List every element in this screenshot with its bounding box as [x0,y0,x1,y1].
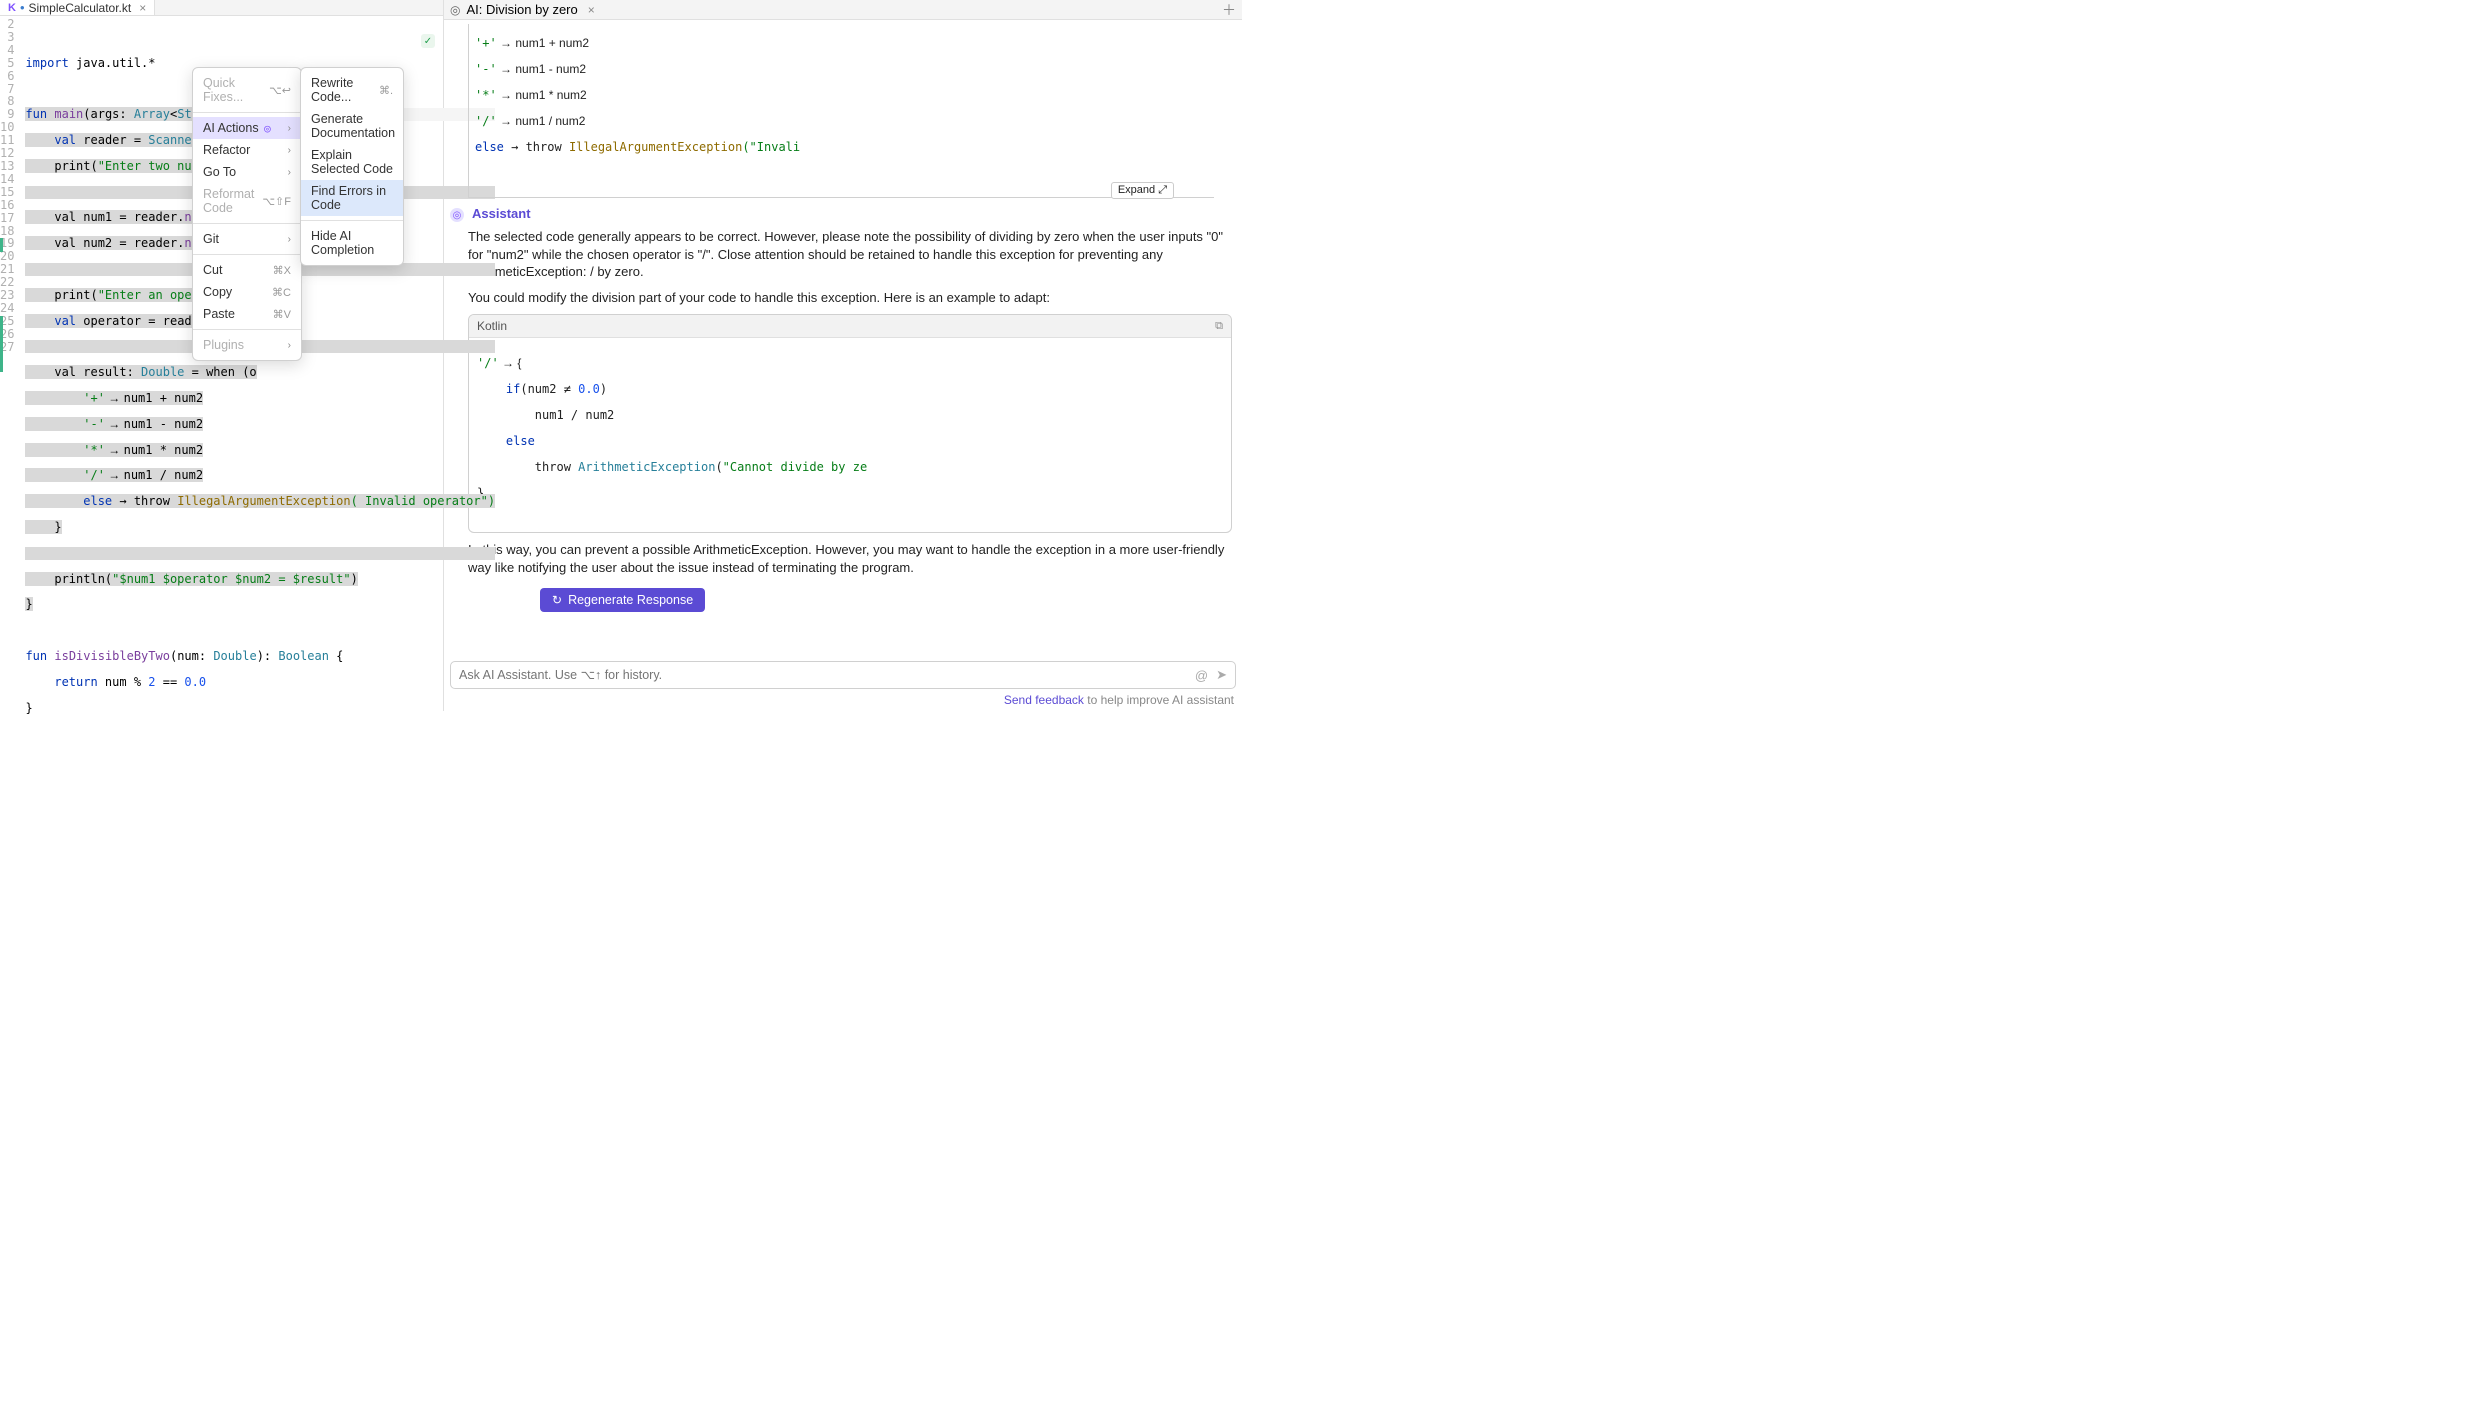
ai-actions-submenu: Rewrite Code...⌘. Generate Documentation… [300,67,404,266]
ai-icon: ◎ [450,3,460,17]
close-icon[interactable]: × [588,3,595,17]
ai-tab[interactable]: ◎ AI: Division by zero × [450,2,595,17]
submenu-hide[interactable]: Hide AI Completion [301,225,403,261]
line-number-gutter: 2345678910111213141516171819202122232425… [0,16,25,740]
new-chat-icon[interactable]: ＋ [1222,0,1236,20]
menu-ai-actions[interactable]: AI Actions ◎› [193,117,301,139]
menu-plugins[interactable]: Plugins› [193,334,301,356]
chevron-right-icon: › [288,123,291,134]
code-suggestion-block: Kotlin ⧉ '/' → { if(num2 ≠ 0.0) num1 / n… [468,314,1232,533]
gutter-change-marker [0,316,3,372]
editor-tab[interactable]: K • SimpleCalculator.kt × [0,0,155,15]
editor-tab-bar: K • SimpleCalculator.kt × [0,0,443,16]
modified-indicator: • [20,0,25,15]
assistant-paragraph: You could modify the division part of yo… [468,289,1232,307]
send-icon[interactable]: ➤ [1216,667,1227,683]
submenu-gendoc[interactable]: Generate Documentation [301,108,403,144]
submenu-rewrite[interactable]: Rewrite Code...⌘. [301,72,403,108]
kotlin-file-icon: K [8,2,16,14]
ai-prompt-input[interactable] [459,668,1187,682]
ai-conversation: '+' → num1 + num2 '-' → num1 - num2 '*' … [444,20,1242,661]
menu-reformat[interactable]: Reformat Code⌥⇧F [193,183,301,219]
menu-refactor[interactable]: Refactor› [193,139,301,161]
menu-copy[interactable]: Copy⌘C [193,281,301,303]
regenerate-button[interactable]: ↻ Regenerate Response [540,588,705,612]
ai-icon: ◎ [264,122,271,135]
submenu-explain[interactable]: Explain Selected Code [301,144,403,180]
submenu-find-errors[interactable]: Find Errors in Code [301,180,403,216]
expand-button[interactable]: Expand ⤢ [1111,182,1174,199]
ai-tab-title: AI: Division by zero [466,2,577,17]
menu-quick-fixes[interactable]: Quick Fixes...⌥↩ [193,72,301,108]
chevron-right-icon: › [288,167,291,178]
menu-git[interactable]: Git› [193,228,301,250]
feedback-row: Send feedback to help improve AI assista… [444,691,1242,711]
refresh-icon: ↻ [552,593,562,607]
ai-input-container: @ ➤ [450,661,1236,689]
feedback-link[interactable]: Send feedback [1004,693,1084,707]
gutter-change-marker [0,238,3,252]
menu-goto[interactable]: Go To› [193,161,301,183]
code-editor[interactable]: ✓ 23456789101112131415161718192021222324… [0,16,443,740]
selected-code-preview: '+' → num1 + num2 '-' → num1 - num2 '*' … [468,24,1214,198]
copy-icon[interactable]: ⧉ [1215,320,1223,333]
chevron-right-icon: › [288,234,291,245]
chevron-right-icon: › [288,145,291,156]
code-suggestion-body[interactable]: '/' → { if(num2 ≠ 0.0) num1 / num2 else … [469,338,1231,532]
tab-filename: SimpleCalculator.kt [29,1,132,15]
chevron-right-icon: › [288,340,291,351]
menu-paste[interactable]: Paste⌘V [193,303,301,325]
close-icon[interactable]: × [139,1,146,15]
context-menu: Quick Fixes...⌥↩ AI Actions ◎› Refactor›… [192,67,302,361]
menu-cut[interactable]: Cut⌘X [193,259,301,281]
assistant-paragraph: The selected code generally appears to b… [468,228,1232,281]
mention-icon[interactable]: @ [1195,668,1208,683]
ai-tab-bar: ◎ AI: Division by zero × ＋ [444,0,1242,20]
assistant-paragraph: In this way, you can prevent a possible … [468,541,1232,576]
